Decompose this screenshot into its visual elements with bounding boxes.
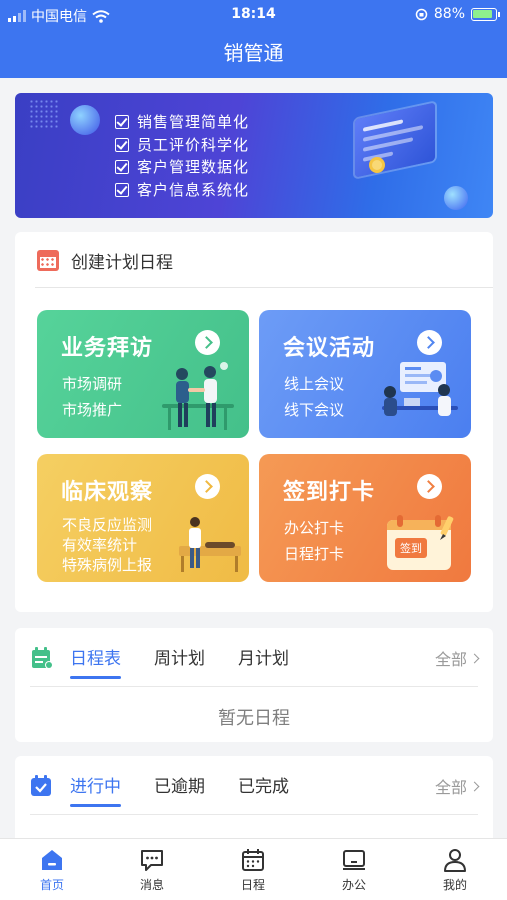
banner-item: 员工评价科学化 (115, 134, 249, 157)
tile-meeting-activity[interactable]: 会议活动 线上会议 线下会议 (259, 310, 471, 438)
schedule-card: 日程表 周计划 月计划 全部 暂无日程 (15, 628, 493, 742)
chevron-right-icon (469, 653, 480, 663)
tab-indicator (70, 676, 121, 679)
view-all-link[interactable]: 全部 (435, 774, 480, 798)
dots-decoration (29, 99, 59, 129)
orientation-lock-icon (415, 8, 428, 20)
calendar-icon (242, 849, 264, 871)
task-status-card: 进行中 已逾期 已完成 全部 (15, 756, 493, 846)
orb-decoration (444, 186, 468, 210)
tabbar-messages[interactable]: 消息 (122, 847, 182, 893)
checkbox-icon (115, 160, 129, 175)
sign-label: 签到 (395, 538, 427, 558)
calendar-icon (37, 250, 59, 271)
office-icon (343, 850, 365, 870)
create-plan-card: 创建计划日程 业务拜访 市场调研 市场推广 会议活动 线上会议 线下会议 临床观… (15, 232, 493, 612)
tab-completed[interactable]: 已完成 (238, 772, 289, 797)
divider (30, 686, 478, 687)
tabbar-office[interactable]: 办公 (324, 847, 384, 893)
empty-state: 暂无日程 (218, 708, 290, 729)
divider (35, 287, 493, 288)
tab-monthly-plan[interactable]: 月计划 (238, 644, 289, 669)
section-title: 创建计划日程 (71, 253, 173, 273)
checkbox-icon (115, 182, 129, 197)
tile-line: 办公打卡 (284, 519, 345, 537)
tab-indicator (70, 804, 121, 807)
tile-line: 不良反应监测 (62, 516, 153, 534)
tile-title: 签到打卡 (283, 480, 376, 505)
banner-item: 客户信息系统化 (115, 179, 249, 202)
battery-percent: 88% (433, 6, 465, 22)
meeting-illustration (382, 362, 458, 416)
tabbar-home[interactable]: 首页 (22, 847, 82, 893)
arrow-right-icon[interactable] (417, 330, 442, 355)
calendar-check-icon (31, 775, 51, 796)
tile-line: 线上会议 (284, 375, 345, 393)
tile-line: 日程打卡 (284, 545, 345, 563)
banner-list: 销售管理简单化 员工评价科学化 客户管理数据化 客户信息系统化 (115, 111, 249, 201)
tile-line: 市场调研 (62, 375, 123, 393)
tile-line: 线下会议 (284, 401, 345, 419)
battery-icon (471, 7, 500, 21)
tile-check-in[interactable]: 签到打卡 办公打卡 日程打卡 签到 (259, 454, 471, 582)
home-icon (42, 850, 62, 870)
message-icon (141, 850, 163, 871)
user-icon (444, 849, 466, 872)
banner-item: 客户管理数据化 (115, 156, 249, 179)
tile-title: 临床观察 (61, 480, 154, 505)
checkbox-icon (115, 115, 129, 130)
tab-overdue[interactable]: 已逾期 (154, 772, 205, 797)
promo-banner[interactable]: 销售管理简单化 员工评价科学化 客户管理数据化 客户信息系统化 (15, 93, 493, 218)
schedule-list-icon (32, 647, 53, 669)
bottom-tab-bar: 首页 消息 日程 办公 我的 (0, 838, 507, 900)
coin-icon (369, 157, 385, 173)
tile-title: 会议活动 (283, 336, 376, 361)
status-bar: 中国电信 18:14 88% (0, 0, 507, 30)
view-all-link[interactable]: 全部 (435, 646, 480, 670)
clinic-illustration (179, 517, 241, 572)
page-title: 销管通 (223, 41, 284, 65)
tile-title: 业务拜访 (61, 336, 154, 361)
arrow-right-icon[interactable] (195, 474, 220, 499)
tabbar-profile[interactable]: 我的 (425, 847, 485, 893)
chevron-right-icon (469, 781, 480, 791)
nav-bar: 销管通 (0, 30, 507, 78)
arrow-right-icon[interactable] (417, 474, 442, 499)
tile-line: 特殊病例上报 (62, 556, 153, 574)
tile-clinical-observation[interactable]: 临床观察 不良反应监测 有效率统计 特殊病例上报 (37, 454, 249, 582)
tab-in-progress[interactable]: 进行中 (70, 772, 121, 807)
tab-schedule[interactable]: 日程表 (70, 644, 121, 679)
handshake-illustration (162, 362, 234, 430)
checkbox-icon (115, 137, 129, 152)
orb-decoration (70, 105, 100, 135)
tile-line: 有效率统计 (62, 536, 138, 554)
tab-weekly-plan[interactable]: 周计划 (154, 644, 205, 669)
tile-business-visit[interactable]: 业务拜访 市场调研 市场推广 (37, 310, 249, 438)
banner-item: 销售管理简单化 (115, 111, 249, 134)
pen-icon (440, 516, 454, 540)
tile-line: 市场推广 (62, 401, 123, 419)
arrow-right-icon[interactable] (195, 330, 220, 355)
divider (30, 814, 478, 815)
tabbar-schedule[interactable]: 日程 (223, 847, 283, 893)
